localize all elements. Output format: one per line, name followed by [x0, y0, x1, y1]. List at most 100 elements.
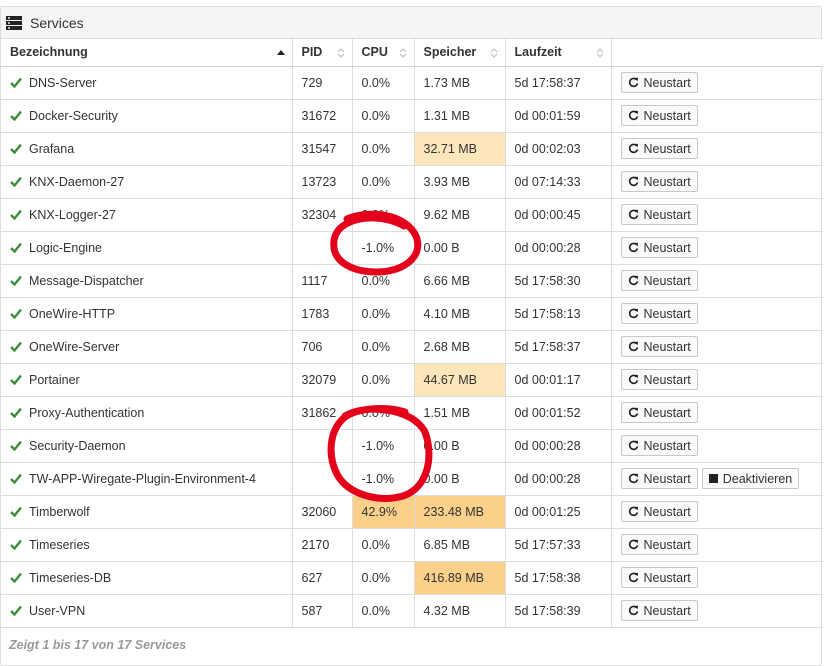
refresh-icon — [628, 341, 638, 352]
cell-uptime: 0d 00:00:28 — [505, 429, 612, 463]
restart-label: Neustart — [643, 405, 691, 420]
table-row: DNS-Server 729 0.0% 1.73 MB 5d 17:58:37 Neust… — [1, 66, 823, 100]
table-row: OneWire-Server 706 0.0% 2.68 MB 5d 17:58:37 N… — [1, 330, 823, 364]
cell-memory: 44.67 MB — [414, 363, 506, 397]
service-name: Security-Daemon — [29, 438, 126, 453]
cell-uptime: 0d 00:01:52 — [505, 396, 612, 430]
restart-button[interactable]: Neustart — [620, 204, 698, 225]
restart-button[interactable]: Neustart — [620, 270, 698, 291]
cell-uptime: 5d 17:58:38 — [505, 561, 612, 595]
restart-button[interactable]: Neustart — [620, 171, 698, 192]
refresh-icon — [628, 539, 638, 550]
cell-actions: Neustart — [611, 429, 823, 463]
cell-uptime: 0d 00:02:03 — [505, 132, 612, 166]
restart-label: Neustart — [643, 372, 691, 387]
restart-button[interactable]: Neustart — [620, 402, 698, 423]
cell-uptime: 0d 00:01:59 — [505, 99, 612, 133]
sort-both-icon — [595, 47, 605, 59]
restart-label: Neustart — [643, 339, 691, 354]
column-label: CPU — [361, 45, 388, 60]
cell-pid: 1117 — [292, 264, 353, 298]
table-row: User-VPN 587 0.0% 4.32 MB 5d 17:58:39 Neustar… — [1, 594, 823, 628]
panel-title: Services — [30, 14, 84, 31]
restart-button[interactable]: Neustart — [620, 501, 698, 522]
service-name: KNX-Logger-27 — [29, 207, 116, 222]
cell-pid: 2170 — [292, 528, 353, 562]
restart-button[interactable]: Neustart — [620, 534, 698, 555]
restart-label: Neustart — [643, 141, 691, 156]
cell-memory: 32.71 MB — [414, 132, 506, 166]
restart-button[interactable]: Neustart — [620, 435, 698, 456]
refresh-icon — [628, 275, 638, 286]
table-row: Security-Daemon -1.0% 0.00 B 0d 00:00:28 Neu… — [1, 429, 823, 463]
cell-pid: 1783 — [292, 297, 353, 331]
restart-label: Neustart — [643, 240, 691, 255]
deactivate-label: Deaktivieren — [722, 471, 793, 486]
service-name: DNS-Server — [29, 75, 97, 90]
service-name: Proxy-Authentication — [29, 405, 145, 420]
cell-actions: Neustart — [611, 99, 823, 133]
cell-memory: 6.85 MB — [414, 528, 506, 562]
refresh-icon — [628, 143, 638, 154]
sort-both-icon — [336, 47, 346, 59]
cell-memory: 1.73 MB — [414, 66, 506, 100]
cell-uptime: 0d 00:01:17 — [505, 363, 612, 397]
restart-label: Neustart — [643, 471, 691, 486]
cell-name: Portainer — [1, 363, 293, 397]
status-ok-icon — [10, 506, 22, 517]
server-list-icon — [6, 15, 22, 30]
deactivate-button[interactable]: Deaktivieren — [701, 468, 800, 489]
cell-uptime: 0d 00:00:45 — [505, 198, 612, 232]
cell-name: TW-APP-Wiregate-Plugin-Environment-4 — [1, 462, 293, 496]
cell-cpu: -1.0% — [352, 462, 415, 496]
restart-button[interactable]: Neustart — [620, 369, 698, 390]
restart-label: Neustart — [643, 273, 691, 288]
restart-button[interactable]: Neustart — [620, 237, 698, 258]
column-header-laufzeit[interactable]: Laufzeit — [505, 39, 612, 67]
service-name: Timeseries — [29, 537, 90, 552]
restart-button[interactable]: Neustart — [620, 105, 698, 126]
cell-actions: Neustart — [611, 363, 823, 397]
service-name: Portainer — [29, 372, 80, 387]
cell-name: OneWire-HTTP — [1, 297, 293, 331]
cell-actions: Neustart Deaktivieren — [611, 462, 823, 496]
restart-button[interactable]: Neustart — [620, 303, 698, 324]
table-row: KNX-Daemon-27 13723 0.0% 3.93 MB 0d 07:14:33… — [1, 165, 823, 199]
table-header-row: Bezeichnung PID CPU Speicher Laufzeit — [1, 39, 823, 67]
cell-pid: 627 — [292, 561, 353, 595]
restart-button[interactable]: Neustart — [620, 138, 698, 159]
column-label: Speicher — [423, 45, 477, 60]
cell-cpu: 0.0% — [352, 165, 415, 199]
restart-button[interactable]: Neustart — [620, 567, 698, 588]
table-row: Logic-Engine -1.0% 0.00 B 0d 00:00:28 Neusta… — [1, 231, 823, 265]
restart-button[interactable]: Neustart — [620, 72, 698, 93]
sort-both-icon — [489, 47, 499, 59]
cell-uptime: 5d 17:58:30 — [505, 264, 612, 298]
cell-memory: 1.31 MB — [414, 99, 506, 133]
cell-cpu: 0.0% — [352, 99, 415, 133]
cell-cpu: 0.0% — [352, 66, 415, 100]
column-header-speicher[interactable]: Speicher — [414, 39, 506, 67]
column-header-cpu[interactable]: CPU — [352, 39, 415, 67]
cell-actions: Neustart — [611, 198, 823, 232]
cell-pid: 32304 — [292, 198, 353, 232]
restart-label: Neustart — [643, 537, 691, 552]
cell-uptime: 5d 17:57:33 — [505, 528, 612, 562]
status-ok-icon — [10, 374, 22, 385]
cell-actions: Neustart — [611, 264, 823, 298]
cell-memory: 3.93 MB — [414, 165, 506, 199]
cell-cpu: -1.0% — [352, 231, 415, 265]
column-label: PID — [301, 45, 323, 60]
sort-both-icon — [398, 47, 408, 59]
status-ok-icon — [10, 308, 22, 319]
column-header-pid[interactable]: PID — [292, 39, 353, 67]
status-ok-icon — [10, 176, 22, 187]
status-ok-icon — [10, 242, 22, 253]
restart-button[interactable]: Neustart — [620, 600, 698, 621]
restart-button[interactable]: Neustart — [620, 336, 698, 357]
cell-pid: 31862 — [292, 396, 353, 430]
column-header-bezeichnung[interactable]: Bezeichnung — [1, 39, 293, 67]
restart-button[interactable]: Neustart — [620, 468, 698, 489]
refresh-icon — [628, 176, 638, 187]
status-ok-icon — [10, 77, 22, 88]
